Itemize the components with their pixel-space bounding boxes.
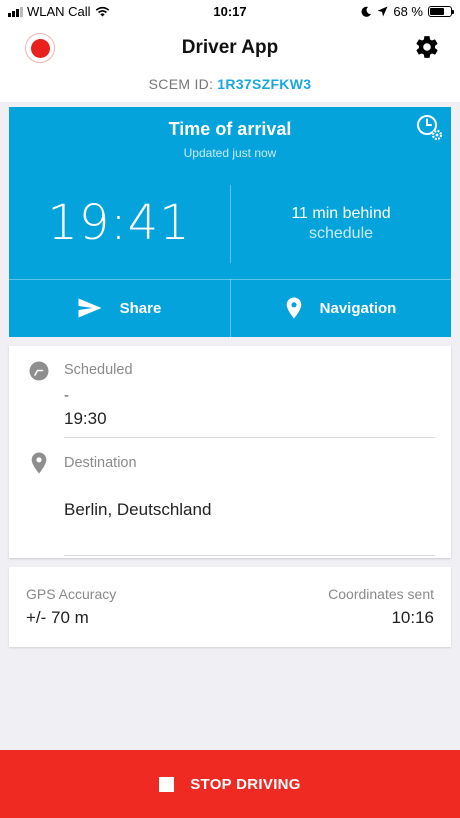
destination-label: Destination [64, 455, 137, 471]
status-right: 68 % [361, 4, 454, 19]
scem-id-value: 1R37SZFKW3 [217, 76, 312, 92]
map-pin-icon [31, 452, 47, 474]
delay-subtext: schedule [308, 225, 374, 242]
coordinates-sent-value: 10:16 [391, 608, 434, 627]
stop-icon [159, 776, 175, 792]
divider [64, 555, 435, 556]
battery-percent: 68 % [393, 4, 423, 19]
gps-accuracy-value: +/- 70 m [26, 608, 89, 627]
arrival-settings-button[interactable] [415, 113, 445, 143]
destination-value: Berlin, Deutschland [64, 500, 212, 519]
battery-icon [428, 6, 454, 17]
app-header: Driver App SCEM ID: 1R37SZFKW3 [0, 24, 460, 102]
map-pin-icon [286, 297, 301, 319]
scem-label: SCEM ID: [148, 76, 214, 92]
navigation-label: Navigation [319, 299, 397, 317]
arrival-updated: Updated just now [183, 146, 277, 160]
delay-text: 11 min behind [291, 205, 391, 222]
gear-icon [416, 36, 438, 58]
clock-settings-icon [417, 115, 443, 141]
arrival-card: Time of arrival Updated just now 19:41 1… [9, 107, 451, 337]
settings-button[interactable] [414, 34, 440, 60]
status-bar: WLAN Call 10:17 68 % [0, 0, 460, 24]
moon-icon [361, 6, 372, 17]
stop-driving-label: STOP DRIVING [190, 775, 301, 793]
gps-card: GPS Accuracy +/- 70 m Coordinates sent 1… [9, 567, 451, 647]
coordinates-sent-label: Coordinates sent [328, 586, 434, 602]
share-label: Share [119, 299, 162, 317]
divider [230, 185, 231, 263]
send-icon [78, 298, 102, 318]
location-arrow-icon [377, 6, 388, 17]
stop-driving-button[interactable]: STOP DRIVING [0, 750, 460, 818]
gps-accuracy-label: GPS Accuracy [26, 586, 117, 602]
arrival-title: Time of arrival [168, 119, 292, 139]
clock-icon [29, 361, 49, 381]
scem-id-row: SCEM ID: 1R37SZFKW3 [0, 76, 460, 92]
navigation-button[interactable]: Navigation [231, 279, 451, 337]
app-title: Driver App [181, 37, 279, 58]
trip-details-card: Scheduled - 19:30 Destination Berlin, De… [9, 346, 451, 558]
share-button[interactable]: Share [9, 279, 230, 337]
scheduled-dash: - [64, 387, 69, 404]
divider [64, 437, 435, 438]
scheduled-time: 19:30 [64, 409, 107, 428]
eta-time: 19:41 [47, 195, 191, 251]
scheduled-label: Scheduled [64, 362, 133, 378]
